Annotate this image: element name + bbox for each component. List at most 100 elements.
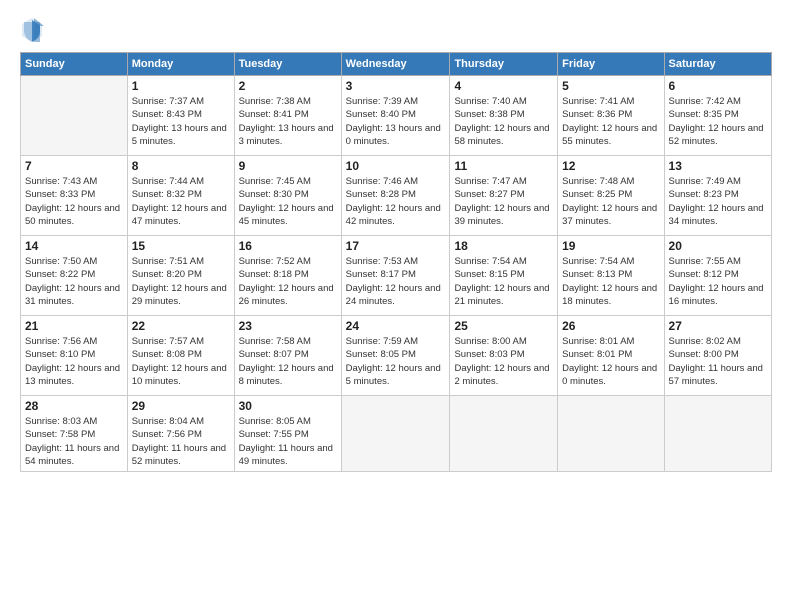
daylight-label: Daylight: 12 hours and 18 minutes. bbox=[562, 283, 657, 307]
sunrise-label: Sunrise: 7:54 AM bbox=[562, 256, 634, 267]
day-info: Sunrise: 8:03 AM Sunset: 7:58 PM Dayligh… bbox=[25, 415, 123, 468]
daylight-label: Daylight: 11 hours and 52 minutes. bbox=[132, 443, 226, 467]
col-wednesday: Wednesday bbox=[341, 53, 450, 76]
daylight-label: Daylight: 12 hours and 34 minutes. bbox=[669, 203, 764, 227]
calendar-cell: 18 Sunrise: 7:54 AM Sunset: 8:15 PM Dayl… bbox=[450, 236, 558, 316]
day-number: 2 bbox=[239, 79, 337, 93]
day-number: 21 bbox=[25, 319, 123, 333]
sunrise-label: Sunrise: 7:52 AM bbox=[239, 256, 311, 267]
daylight-label: Daylight: 12 hours and 21 minutes. bbox=[454, 283, 549, 307]
calendar-cell: 17 Sunrise: 7:53 AM Sunset: 8:17 PM Dayl… bbox=[341, 236, 450, 316]
sunrise-label: Sunrise: 7:53 AM bbox=[346, 256, 418, 267]
day-number: 20 bbox=[669, 239, 767, 253]
day-number: 4 bbox=[454, 79, 553, 93]
day-number: 26 bbox=[562, 319, 659, 333]
day-number: 19 bbox=[562, 239, 659, 253]
daylight-label: Daylight: 13 hours and 3 minutes. bbox=[239, 123, 334, 147]
daylight-label: Daylight: 12 hours and 45 minutes. bbox=[239, 203, 334, 227]
day-info: Sunrise: 7:54 AM Sunset: 8:15 PM Dayligh… bbox=[454, 255, 553, 308]
sunrise-label: Sunrise: 7:41 AM bbox=[562, 96, 634, 107]
day-number: 23 bbox=[239, 319, 337, 333]
day-info: Sunrise: 7:44 AM Sunset: 8:32 PM Dayligh… bbox=[132, 175, 230, 228]
day-number: 15 bbox=[132, 239, 230, 253]
day-number: 11 bbox=[454, 159, 553, 173]
day-info: Sunrise: 7:56 AM Sunset: 8:10 PM Dayligh… bbox=[25, 335, 123, 388]
day-info: Sunrise: 7:39 AM Sunset: 8:40 PM Dayligh… bbox=[346, 95, 446, 148]
daylight-label: Daylight: 12 hours and 26 minutes. bbox=[239, 283, 334, 307]
calendar-cell: 2 Sunrise: 7:38 AM Sunset: 8:41 PM Dayli… bbox=[234, 76, 341, 156]
sunset-label: Sunset: 8:17 PM bbox=[346, 269, 416, 280]
sunset-label: Sunset: 8:43 PM bbox=[132, 109, 202, 120]
day-number: 12 bbox=[562, 159, 659, 173]
day-info: Sunrise: 7:53 AM Sunset: 8:17 PM Dayligh… bbox=[346, 255, 446, 308]
daylight-label: Daylight: 12 hours and 0 minutes. bbox=[562, 363, 657, 387]
day-number: 29 bbox=[132, 399, 230, 413]
day-info: Sunrise: 7:55 AM Sunset: 8:12 PM Dayligh… bbox=[669, 255, 767, 308]
sunrise-label: Sunrise: 7:55 AM bbox=[669, 256, 741, 267]
sunset-label: Sunset: 8:07 PM bbox=[239, 349, 309, 360]
day-number: 14 bbox=[25, 239, 123, 253]
calendar-cell: 3 Sunrise: 7:39 AM Sunset: 8:40 PM Dayli… bbox=[341, 76, 450, 156]
calendar-cell: 9 Sunrise: 7:45 AM Sunset: 8:30 PM Dayli… bbox=[234, 156, 341, 236]
calendar-cell: 29 Sunrise: 8:04 AM Sunset: 7:56 PM Dayl… bbox=[127, 396, 234, 472]
daylight-label: Daylight: 12 hours and 37 minutes. bbox=[562, 203, 657, 227]
calendar-cell: 8 Sunrise: 7:44 AM Sunset: 8:32 PM Dayli… bbox=[127, 156, 234, 236]
sunrise-label: Sunrise: 7:42 AM bbox=[669, 96, 741, 107]
calendar-cell: 24 Sunrise: 7:59 AM Sunset: 8:05 PM Dayl… bbox=[341, 316, 450, 396]
sunrise-label: Sunrise: 8:01 AM bbox=[562, 336, 634, 347]
sunrise-label: Sunrise: 7:47 AM bbox=[454, 176, 526, 187]
day-info: Sunrise: 7:50 AM Sunset: 8:22 PM Dayligh… bbox=[25, 255, 123, 308]
sunrise-label: Sunrise: 7:44 AM bbox=[132, 176, 204, 187]
day-info: Sunrise: 7:58 AM Sunset: 8:07 PM Dayligh… bbox=[239, 335, 337, 388]
calendar-cell: 28 Sunrise: 8:03 AM Sunset: 7:58 PM Dayl… bbox=[21, 396, 128, 472]
day-info: Sunrise: 7:41 AM Sunset: 8:36 PM Dayligh… bbox=[562, 95, 659, 148]
col-sunday: Sunday bbox=[21, 53, 128, 76]
day-number: 28 bbox=[25, 399, 123, 413]
calendar-cell: 11 Sunrise: 7:47 AM Sunset: 8:27 PM Dayl… bbox=[450, 156, 558, 236]
sunrise-label: Sunrise: 7:45 AM bbox=[239, 176, 311, 187]
calendar-cell: 14 Sunrise: 7:50 AM Sunset: 8:22 PM Dayl… bbox=[21, 236, 128, 316]
calendar-cell: 13 Sunrise: 7:49 AM Sunset: 8:23 PM Dayl… bbox=[664, 156, 771, 236]
day-number: 22 bbox=[132, 319, 230, 333]
sunrise-label: Sunrise: 7:50 AM bbox=[25, 256, 97, 267]
sunset-label: Sunset: 8:40 PM bbox=[346, 109, 416, 120]
sunrise-label: Sunrise: 7:51 AM bbox=[132, 256, 204, 267]
sunset-label: Sunset: 8:03 PM bbox=[454, 349, 524, 360]
day-number: 24 bbox=[346, 319, 446, 333]
calendar-cell: 7 Sunrise: 7:43 AM Sunset: 8:33 PM Dayli… bbox=[21, 156, 128, 236]
day-number: 8 bbox=[132, 159, 230, 173]
calendar-cell: 20 Sunrise: 7:55 AM Sunset: 8:12 PM Dayl… bbox=[664, 236, 771, 316]
daylight-label: Daylight: 13 hours and 5 minutes. bbox=[132, 123, 227, 147]
calendar-cell: 4 Sunrise: 7:40 AM Sunset: 8:38 PM Dayli… bbox=[450, 76, 558, 156]
sunset-label: Sunset: 8:20 PM bbox=[132, 269, 202, 280]
sunset-label: Sunset: 8:33 PM bbox=[25, 189, 95, 200]
sunrise-label: Sunrise: 7:39 AM bbox=[346, 96, 418, 107]
calendar-cell bbox=[21, 76, 128, 156]
sunset-label: Sunset: 7:58 PM bbox=[25, 429, 95, 440]
day-info: Sunrise: 7:40 AM Sunset: 8:38 PM Dayligh… bbox=[454, 95, 553, 148]
day-info: Sunrise: 8:02 AM Sunset: 8:00 PM Dayligh… bbox=[669, 335, 767, 388]
daylight-label: Daylight: 11 hours and 57 minutes. bbox=[669, 363, 763, 387]
daylight-label: Daylight: 11 hours and 54 minutes. bbox=[25, 443, 119, 467]
day-info: Sunrise: 7:49 AM Sunset: 8:23 PM Dayligh… bbox=[669, 175, 767, 228]
sunset-label: Sunset: 8:30 PM bbox=[239, 189, 309, 200]
daylight-label: Daylight: 12 hours and 50 minutes. bbox=[25, 203, 120, 227]
page-header bbox=[20, 16, 772, 44]
col-monday: Monday bbox=[127, 53, 234, 76]
sunrise-label: Sunrise: 8:05 AM bbox=[239, 416, 311, 427]
calendar-cell: 25 Sunrise: 8:00 AM Sunset: 8:03 PM Dayl… bbox=[450, 316, 558, 396]
daylight-label: Daylight: 12 hours and 13 minutes. bbox=[25, 363, 120, 387]
day-number: 25 bbox=[454, 319, 553, 333]
day-number: 1 bbox=[132, 79, 230, 93]
day-info: Sunrise: 7:47 AM Sunset: 8:27 PM Dayligh… bbox=[454, 175, 553, 228]
day-number: 6 bbox=[669, 79, 767, 93]
sunrise-label: Sunrise: 7:48 AM bbox=[562, 176, 634, 187]
sunset-label: Sunset: 8:01 PM bbox=[562, 349, 632, 360]
calendar-cell: 16 Sunrise: 7:52 AM Sunset: 8:18 PM Dayl… bbox=[234, 236, 341, 316]
sunrise-label: Sunrise: 8:03 AM bbox=[25, 416, 97, 427]
sunset-label: Sunset: 8:15 PM bbox=[454, 269, 524, 280]
calendar-cell bbox=[558, 396, 664, 472]
day-info: Sunrise: 7:38 AM Sunset: 8:41 PM Dayligh… bbox=[239, 95, 337, 148]
sunset-label: Sunset: 8:23 PM bbox=[669, 189, 739, 200]
sunrise-label: Sunrise: 7:38 AM bbox=[239, 96, 311, 107]
